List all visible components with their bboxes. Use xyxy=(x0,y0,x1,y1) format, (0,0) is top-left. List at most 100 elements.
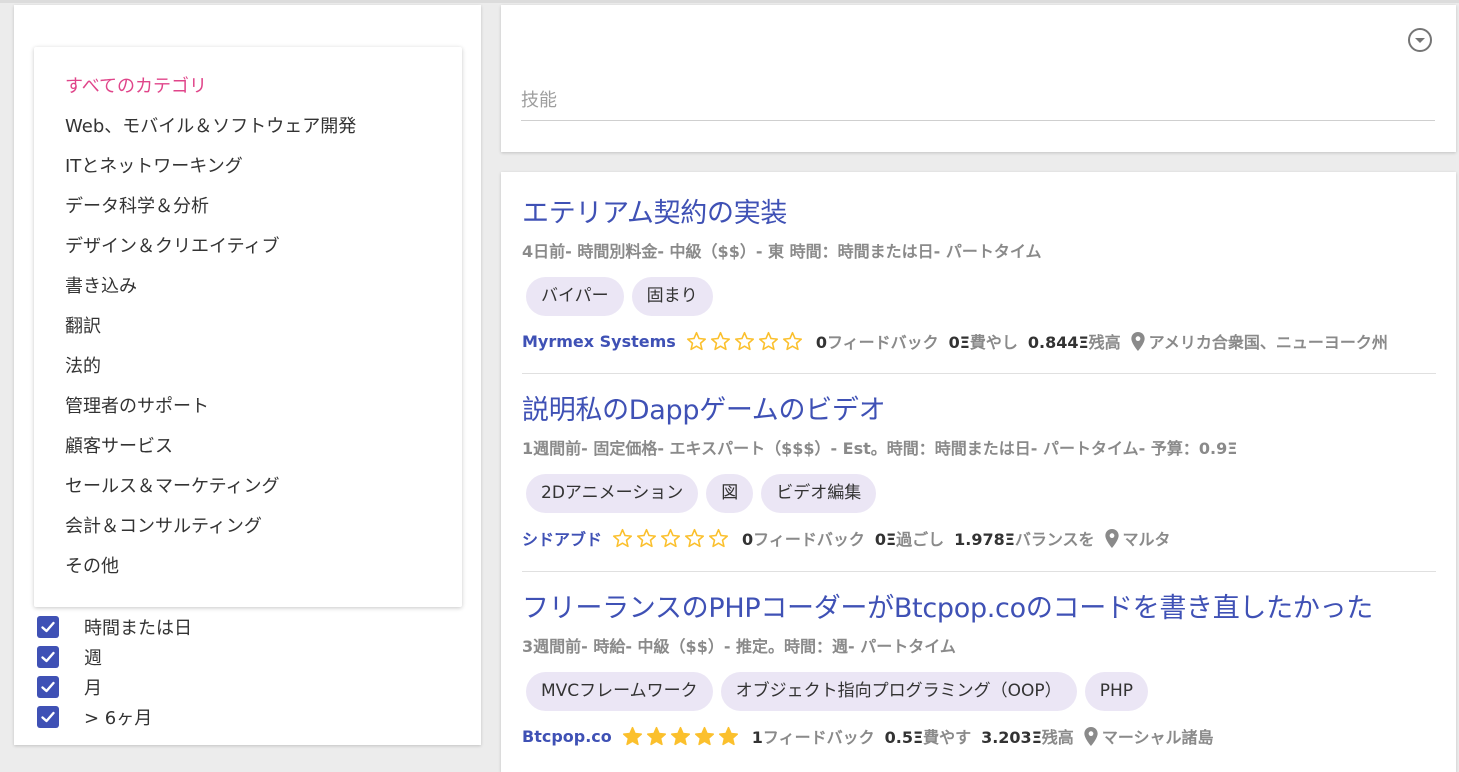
spent-label: 費やし xyxy=(969,333,1018,352)
category-item-translation[interactable]: 翻訳 xyxy=(34,313,462,353)
company-link[interactable]: Myrmex Systems xyxy=(522,332,676,351)
location-text: マルタ xyxy=(1122,530,1171,549)
spent-stat: 0Ξ過ごし xyxy=(875,526,944,550)
checkbox-checked-icon[interactable] xyxy=(37,646,59,668)
category-item-legal[interactable]: 法的 xyxy=(34,353,462,393)
skill-tag[interactable]: 2Dアニメーション xyxy=(526,474,699,513)
star-outline-icon xyxy=(782,331,802,350)
balance-amount: 1.978Ξ xyxy=(954,530,1015,549)
skills-filter-card xyxy=(501,5,1456,152)
location-pin-icon xyxy=(1084,726,1098,746)
duration-filter-week[interactable]: 週 xyxy=(37,642,192,672)
skills-input[interactable] xyxy=(521,80,1435,121)
feedback-stat: 0フィードバック xyxy=(816,329,939,353)
job-item: 説明私のDappゲームのビデオ 1週間前- 固定価格- エキスパート（$$$）-… xyxy=(522,393,1436,550)
duration-filter-hours-days[interactable]: 時間または日 xyxy=(37,612,192,642)
job-divider xyxy=(522,373,1436,374)
spent-amount: 0.5Ξ xyxy=(884,728,924,747)
location-pin-icon xyxy=(1131,331,1145,351)
feedback-label: フィードバック xyxy=(762,728,875,747)
checkbox-checked-icon[interactable] xyxy=(37,676,59,698)
category-item-all[interactable]: すべてのカテゴリ xyxy=(34,73,462,113)
category-item-design[interactable]: デザイン＆クリエイティブ xyxy=(34,233,462,273)
star-outline-icon xyxy=(734,331,754,350)
balance-stat: 1.978Ξバランスを xyxy=(954,526,1094,550)
balance-label: バランスを xyxy=(1014,530,1095,549)
balance-amount: 3.203Ξ xyxy=(981,728,1042,747)
job-title-link[interactable]: エテリアム契約の実装 xyxy=(522,196,1436,232)
category-menu: すべてのカテゴリ Web、モバイル＆ソフトウェア開発 ITとネットワーキング デ… xyxy=(34,47,462,607)
duration-filter-label: 週 xyxy=(84,648,102,669)
feedback-stat: 1フィードバック xyxy=(752,724,875,748)
job-footer: Myrmex Systems 0フィードバック 0Ξ費やし 0.844Ξ残高 ア… xyxy=(522,329,1436,353)
company-link[interactable]: シドアブド xyxy=(522,526,602,550)
skill-tag[interactable]: 図 xyxy=(706,474,754,513)
category-item-writing[interactable]: 書き込み xyxy=(34,273,462,313)
checkbox-checked-icon[interactable] xyxy=(37,706,59,728)
category-item-web-dev[interactable]: Web、モバイル＆ソフトウェア開発 xyxy=(34,113,462,153)
category-item-data-science[interactable]: データ科学＆分析 xyxy=(34,193,462,233)
skill-tag[interactable]: オブジェクト指向プログラミング（OOP） xyxy=(720,672,1077,711)
job-title-link[interactable]: 説明私のDappゲームのビデオ xyxy=(522,393,1436,429)
feedback-count: 0 xyxy=(742,530,754,549)
checkbox-checked-icon[interactable] xyxy=(37,616,59,638)
top-border xyxy=(0,0,1459,3)
category-item-it-networking[interactable]: ITとネットワーキング xyxy=(34,153,462,193)
job-meta: 1週間前- 固定価格- エキスパート（$$$）- Est。時間：時間または日- … xyxy=(522,439,1238,458)
category-item-customer-service[interactable]: 顧客サービス xyxy=(34,433,462,473)
feedback-count: 1 xyxy=(751,728,763,747)
duration-filter-6months-plus[interactable]: > 6ヶ月 xyxy=(37,702,192,732)
star-outline-icon xyxy=(684,528,705,547)
balance-stat: 3.203Ξ残高 xyxy=(981,724,1074,748)
job-item: エテリアム契約の実装 4日前- 時間別料金- 中級（$$）- 東 時間：時間また… xyxy=(522,196,1436,353)
star-outline-icon xyxy=(660,528,681,547)
job-divider xyxy=(522,571,1436,572)
feedback-label: フィードバック xyxy=(753,530,865,549)
spent-amount: 0Ξ xyxy=(874,530,897,549)
category-item-admin-support[interactable]: 管理者のサポート xyxy=(34,393,462,433)
skill-tag[interactable]: PHP xyxy=(1084,672,1148,711)
job-tags: 2Dアニメーション 図 ビデオ編集 xyxy=(526,474,1436,513)
spent-stat: 0Ξ費やし xyxy=(949,329,1018,353)
duration-filter-month[interactable]: 月 xyxy=(37,672,192,702)
job-tags: MVCフレームワーク オブジェクト指向プログラミング（OOP） PHP xyxy=(526,672,1436,711)
category-item-accounting[interactable]: 会計＆コンサルティング xyxy=(34,513,462,553)
location-text: マーシャル諸島 xyxy=(1101,728,1214,747)
location-text: アメリカ合衆国、ニューヨーク州 xyxy=(1148,333,1388,352)
job-meta: 4日前- 時間別料金- 中級（$$）- 東 時間：時間または日- パートタイム xyxy=(522,242,1042,261)
category-item-other[interactable]: その他 xyxy=(34,553,462,593)
skill-tag[interactable]: MVCフレームワーク xyxy=(526,672,713,711)
duration-filter-label: > 6ヶ月 xyxy=(84,708,153,729)
skill-tag[interactable]: 固まり xyxy=(631,277,713,316)
star-filled-icon xyxy=(718,726,738,745)
duration-filter-label: 時間または日 xyxy=(84,618,192,639)
rating-stars xyxy=(622,726,742,747)
star-filled-icon xyxy=(670,726,690,745)
job-item: フリーランスのPHPコーダーがBtcpop.coのコードを書き直したかった 3週… xyxy=(522,591,1436,748)
balance-label: 残高 xyxy=(1041,728,1074,747)
company-link[interactable]: Btcpop.co xyxy=(522,727,612,746)
chevron-down-circle-icon[interactable] xyxy=(1407,27,1433,53)
star-filled-icon xyxy=(646,726,666,745)
balance-label: 残高 xyxy=(1088,333,1121,352)
job-footer: Btcpop.co 1フィードバック 0.5Ξ費やす 3.203Ξ残高 マーシャ… xyxy=(522,724,1436,748)
star-outline-icon xyxy=(710,331,730,350)
job-footer: シドアブド 0フィードバック 0Ξ過ごし 1.978Ξバランスを マルタ xyxy=(522,526,1436,550)
rating-stars xyxy=(686,331,806,352)
balance-amount: 0.844Ξ xyxy=(1027,333,1089,352)
job-title-link[interactable]: フリーランスのPHPコーダーがBtcpop.coのコードを書き直したかった xyxy=(522,591,1436,627)
job-tags: バイパー 固まり xyxy=(526,277,1436,316)
star-outline-icon xyxy=(758,331,778,350)
category-item-sales-marketing[interactable]: セールス＆マーケティング xyxy=(34,473,462,513)
rating-stars xyxy=(612,528,732,549)
skill-tag[interactable]: ビデオ編集 xyxy=(761,474,877,513)
spent-amount: 0Ξ xyxy=(948,333,970,352)
spent-label: 過ごし xyxy=(896,530,945,549)
feedback-stat: 0フィードバック xyxy=(742,526,865,550)
star-outline-icon xyxy=(636,528,657,547)
star-outline-icon xyxy=(708,528,729,547)
skill-tag[interactable]: バイパー xyxy=(526,277,624,316)
star-filled-icon xyxy=(622,726,642,745)
spent-label: 費やす xyxy=(923,728,972,747)
job-list: エテリアム契約の実装 4日前- 時間別料金- 中級（$$）- 東 時間：時間また… xyxy=(501,172,1456,772)
